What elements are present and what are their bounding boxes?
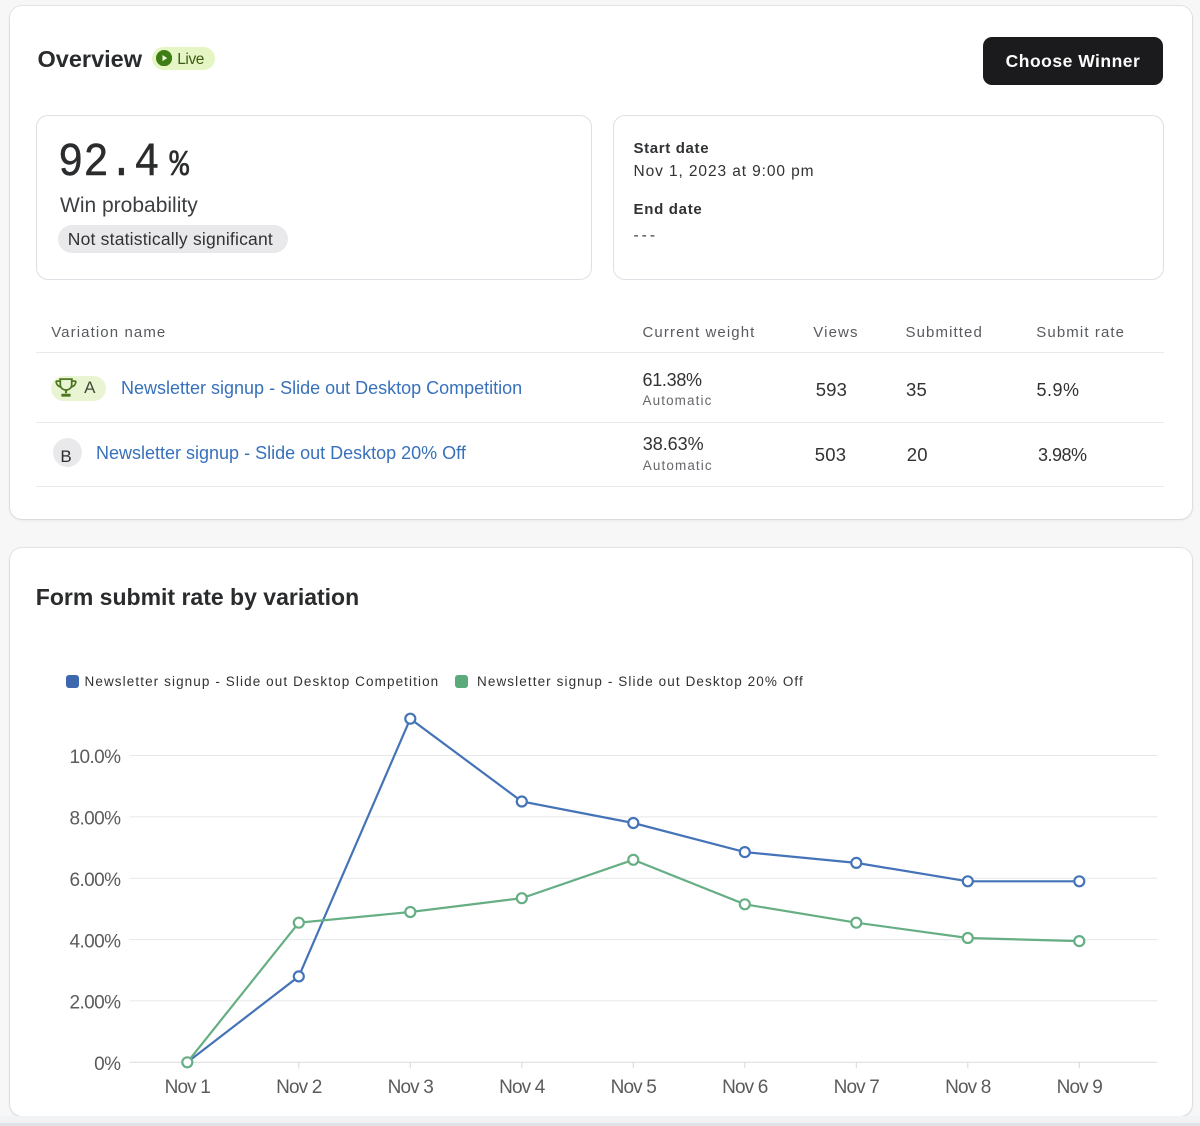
svg-text:Nov 1: Nov 1 [165,1077,211,1098]
svg-text:10.0%: 10.0% [70,747,122,768]
svg-text:4.00%: 4.00% [70,931,122,952]
svg-text:Nov 2: Nov 2 [276,1077,322,1098]
svg-text:6.00%: 6.00% [70,870,122,891]
svg-text:Nov 8: Nov 8 [945,1077,991,1098]
svg-text:2.00%: 2.00% [70,993,122,1014]
svg-text:Nov 6: Nov 6 [722,1077,768,1098]
svg-text:Nov 4: Nov 4 [499,1077,546,1098]
svg-text:Nov 7: Nov 7 [834,1077,880,1098]
svg-text:0%: 0% [94,1054,121,1075]
svg-text:8.00%: 8.00% [70,809,122,830]
svg-text:Nov 3: Nov 3 [388,1077,434,1098]
svg-text:Nov 9: Nov 9 [1057,1077,1103,1098]
svg-text:Nov 5: Nov 5 [611,1077,657,1098]
